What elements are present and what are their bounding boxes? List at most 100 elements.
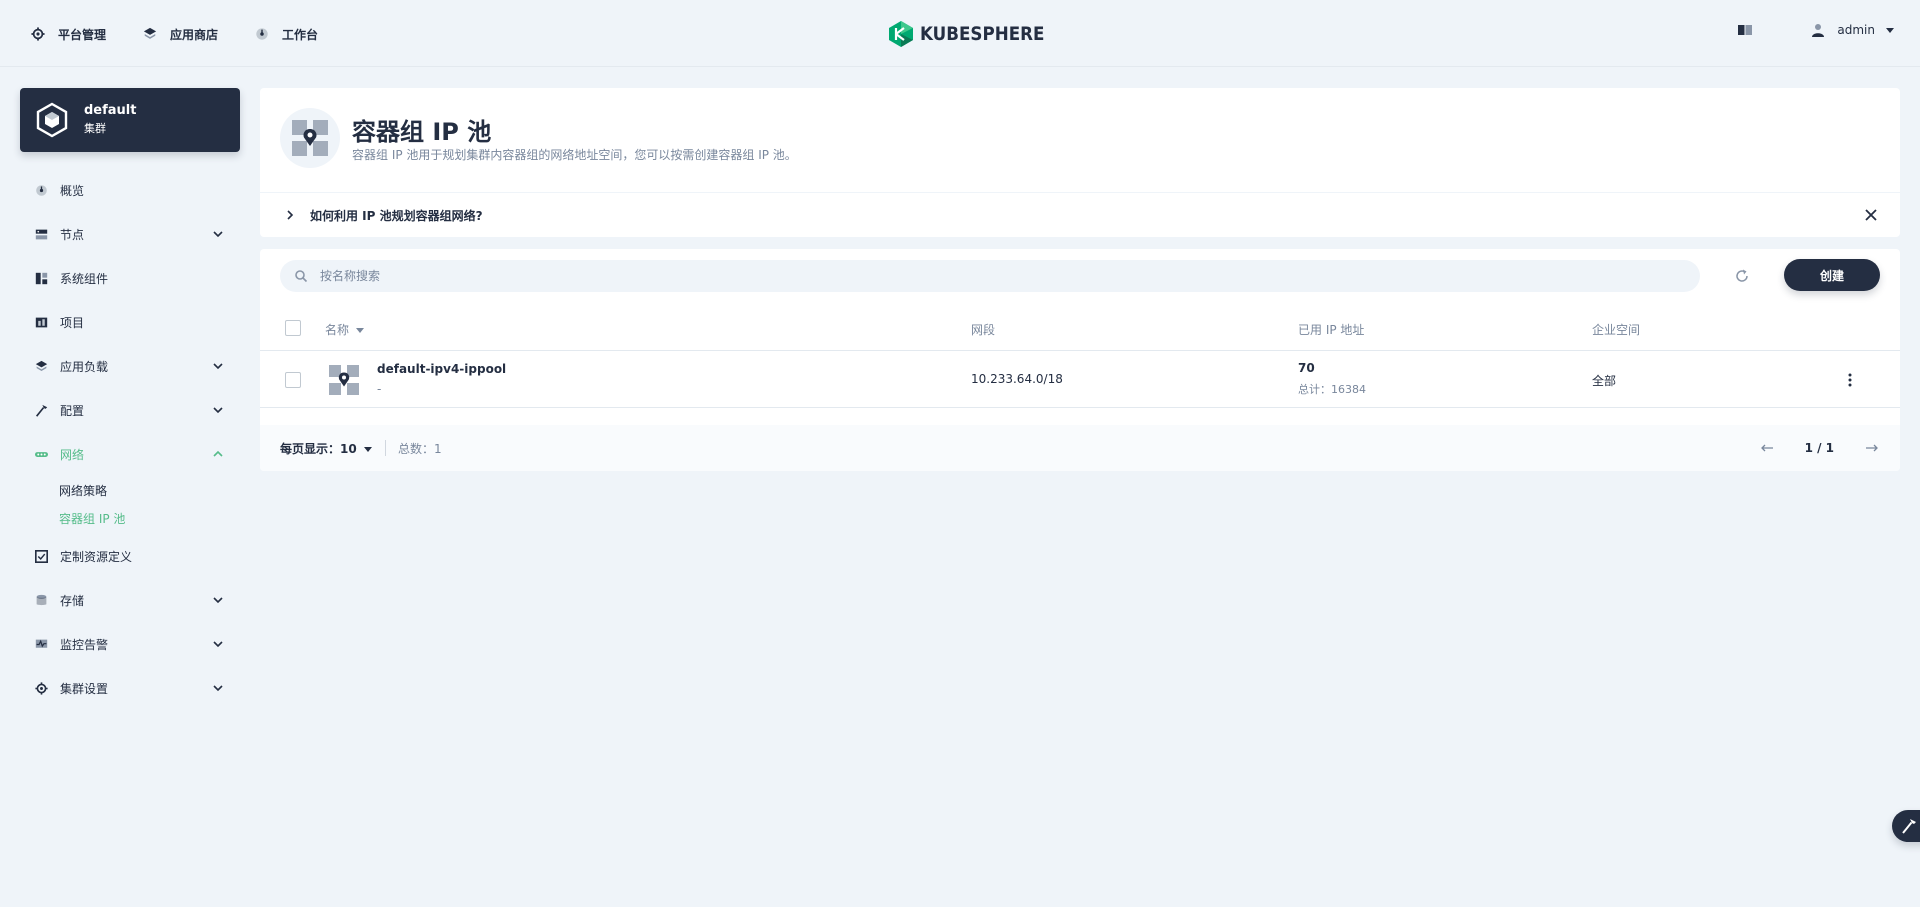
sort-caret-icon: [356, 327, 365, 333]
nav-label: 平台管理: [58, 27, 107, 42]
row-checkbox[interactable]: [285, 372, 301, 388]
sidebar-item-label: 节点: [60, 227, 85, 242]
book-icon[interactable]: [1737, 22, 1753, 38]
user-menu[interactable]: admin: [1811, 23, 1895, 37]
sidebar-item-storage[interactable]: 存储: [20, 578, 240, 622]
project-icon: [34, 315, 48, 329]
sidebar-item-label: 概览: [60, 183, 85, 198]
sidebar-item-system-components[interactable]: 系统组件: [20, 256, 240, 300]
table-row[interactable]: default-ipv4-ippool - 10.233.64.0/18 70 …: [260, 352, 1900, 408]
sidebar-item-cluster-settings[interactable]: 集群设置: [20, 666, 240, 710]
sidebar-item-projects[interactable]: 项目: [20, 300, 240, 344]
toolbox-button[interactable]: [1892, 810, 1920, 842]
top-bar: 平台管理 应用商店 工作台 KUBESPHERE admin: [0, 0, 1920, 67]
nav-label: 工作台: [282, 27, 319, 42]
per-page-select[interactable]: 每页显示：10: [280, 440, 373, 457]
sidebar-item-network[interactable]: 网络: [20, 432, 240, 476]
total-count: 总数：1: [398, 442, 442, 456]
select-all-checkbox[interactable]: [285, 320, 301, 336]
column-name[interactable]: 名称: [325, 321, 365, 338]
cluster-card[interactable]: default 集群: [20, 88, 240, 152]
nav-platform-management[interactable]: 平台管理: [30, 22, 106, 46]
arrow-left-icon[interactable]: [1759, 440, 1775, 456]
sidebar-item-overview[interactable]: 概览: [20, 168, 240, 212]
page-description: 容器组 IP 池用于规划集群内容器组的网络地址空间，您可以按需创建容器组 IP …: [352, 148, 797, 162]
monitor-icon: [34, 637, 48, 651]
sidebar-item-app-workloads[interactable]: 应用负载: [20, 344, 240, 388]
sidebar-item-monitoring-alerting[interactable]: 监控告警: [20, 622, 240, 666]
search-input[interactable]: [320, 269, 1620, 283]
ippool-workspace: 全部: [1592, 374, 1617, 388]
chevron-down-icon: [213, 597, 223, 604]
search-box[interactable]: [280, 260, 1700, 292]
sidebar-item-configuration[interactable]: 配置: [20, 388, 240, 432]
more-vertical-icon[interactable]: [1842, 372, 1858, 388]
column-used-ip: 已用 IP 地址: [1298, 323, 1365, 337]
nav-label: 应用商店: [170, 27, 219, 42]
sidebar-item-label: 应用负载: [60, 359, 109, 374]
layers-icon: [34, 359, 48, 373]
hammer-icon: [1902, 819, 1916, 834]
kubesphere-logo[interactable]: KUBESPHERE: [888, 20, 1061, 48]
chevron-down-icon: [213, 231, 223, 238]
sidebar-subitem-network-policies[interactable]: 网络策略: [20, 476, 240, 504]
caret-down-icon: [363, 446, 372, 452]
ippool-total-count: 总计：16384: [1298, 383, 1366, 396]
gear-icon: [34, 681, 48, 695]
sidebar-item-label: 定制资源定义: [60, 549, 133, 564]
crd-icon: [34, 549, 48, 563]
ippool-used-count: 70: [1298, 361, 1315, 375]
page-header: 容器组 IP 池 容器组 IP 池用于规划集群内容器组的网络地址空间，您可以按需…: [260, 88, 1900, 192]
chevron-down-icon: [213, 407, 223, 414]
sidebar-item-nodes[interactable]: 节点: [20, 212, 240, 256]
page-title: 容器组 IP 池: [352, 118, 492, 146]
chevron-down-icon: [213, 685, 223, 692]
user-name: admin: [1837, 23, 1875, 37]
pagination: 1 / 1: [1759, 440, 1880, 456]
top-nav: 平台管理 应用商店 工作台: [30, 22, 354, 46]
close-icon[interactable]: [1864, 208, 1878, 222]
table-header: 名称 网段 已用 IP 地址 企业空间: [260, 305, 1900, 351]
ippool-banner-icon: [280, 108, 340, 168]
nav-workbench[interactable]: 工作台: [254, 22, 318, 46]
help-tip-text: 如何利用 IP 池规划容器组网络?: [310, 208, 483, 223]
sidebar-menu: 概览 节点 系统组件 项目 应用负载 配置 网络 网络策略 容器组 IP 池 定…: [20, 168, 240, 710]
appstore-icon: [142, 26, 158, 42]
ippool-cidr: 10.233.64.0/18: [971, 372, 1063, 386]
top-right-area: admin: [1737, 22, 1895, 38]
help-tip-bar[interactable]: 如何利用 IP 池规划容器组网络?: [260, 193, 1900, 237]
sidebar-subitem-ip-pools[interactable]: 容器组 IP 池: [20, 504, 240, 532]
gear-icon: [30, 26, 46, 42]
ippool-description: -: [377, 382, 382, 396]
arrow-right-icon[interactable]: [1864, 440, 1880, 456]
kubesphere-logo-icon: [889, 21, 913, 47]
user-icon: [1812, 24, 1825, 37]
table-toolbar: 创建: [260, 249, 1900, 301]
hammer-icon: [34, 403, 48, 417]
sidebar-item-crds[interactable]: 定制资源定义: [20, 534, 240, 578]
server-icon: [34, 227, 48, 241]
sidebar-item-label: 系统组件: [60, 271, 109, 286]
refresh-icon[interactable]: [1734, 268, 1750, 284]
chevron-down-icon: [213, 641, 223, 648]
chevron-right-icon: [287, 210, 294, 220]
table-footer: 每页显示：10 总数：1 1 / 1: [260, 425, 1900, 471]
create-button[interactable]: 创建: [1784, 259, 1880, 291]
cluster-icon: [36, 102, 68, 138]
nav-app-store[interactable]: 应用商店: [142, 22, 218, 46]
chevron-down-icon: [213, 363, 223, 370]
ippool-table-card: 创建 名称 网段 已用 IP 地址 企业空间 default-ipv4-ippo…: [260, 249, 1900, 471]
sidebar-item-label: 监控告警: [60, 637, 109, 652]
cluster-type: 集群: [84, 122, 106, 135]
sidebar-item-label: 项目: [60, 315, 85, 330]
column-label: 名称: [325, 323, 350, 337]
sidebar-item-label: 网络: [60, 447, 85, 462]
caret-down-icon: [1886, 28, 1894, 33]
ippool-name-link[interactable]: default-ipv4-ippool: [377, 362, 506, 376]
sidebar-item-label: 集群设置: [60, 681, 109, 696]
search-icon: [295, 270, 308, 283]
page-indicator: 1 / 1: [1804, 441, 1834, 455]
chevron-up-icon: [213, 450, 223, 457]
ippool-icon: [329, 365, 359, 395]
sidebar-item-label: 存储: [60, 593, 85, 608]
